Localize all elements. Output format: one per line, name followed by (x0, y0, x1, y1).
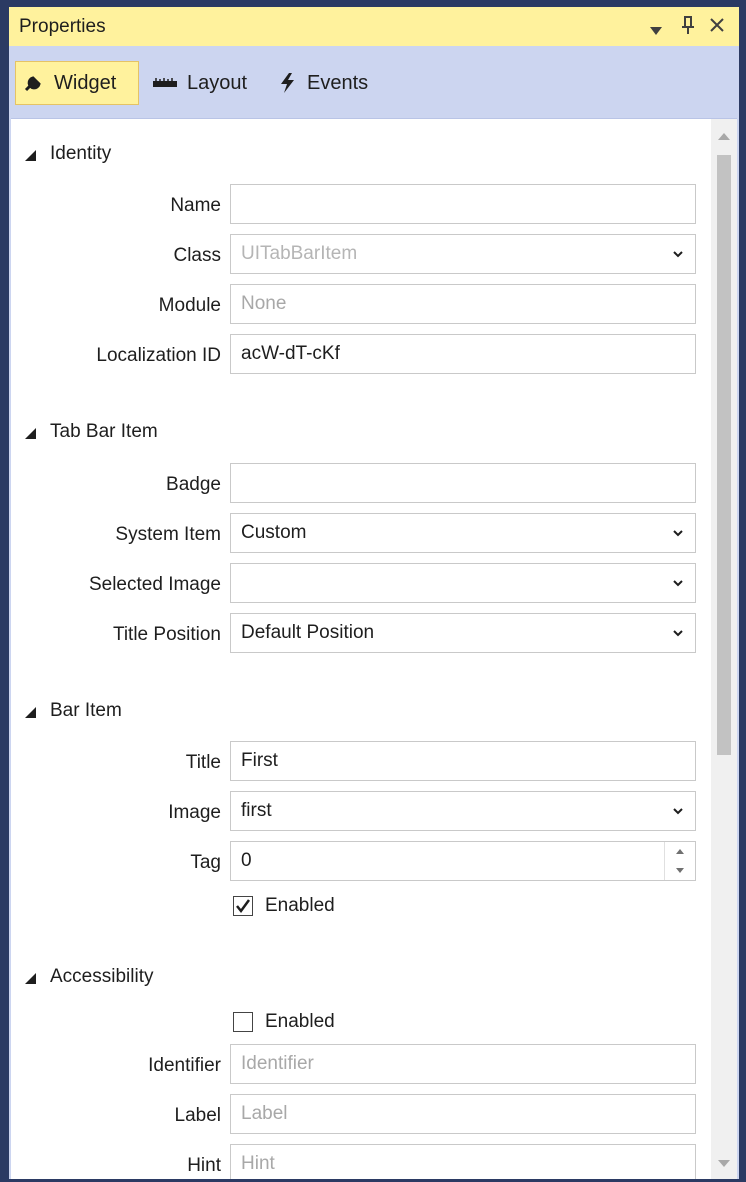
lightning-icon (281, 73, 294, 93)
scroll-up-icon[interactable] (717, 131, 731, 141)
title-position-select[interactable]: Default Position (230, 613, 696, 653)
tab-layout[interactable]: Layout (145, 61, 265, 105)
class-select[interactable]: UITabBarItem (230, 234, 696, 274)
label-input[interactable] (241, 1103, 685, 1125)
chevron-down-icon (673, 630, 683, 637)
chevron-down-icon (673, 530, 683, 537)
section-tab-bar-item[interactable]: Tab Bar Item (25, 421, 158, 443)
collapse-triangle-icon (25, 972, 36, 984)
collapse-triangle-icon (25, 149, 36, 161)
section-title: Identity (50, 143, 112, 164)
checkbox-box[interactable] (233, 896, 253, 916)
tab-label: Widget (54, 71, 117, 94)
class-label: Class (173, 245, 221, 266)
collapse-triangle-icon (25, 427, 36, 439)
section-title: Bar Item (50, 700, 122, 721)
identifier-label: Identifier (148, 1055, 221, 1076)
hint-label: Hint (187, 1155, 221, 1176)
image-select[interactable]: first (230, 791, 696, 831)
localization-id-input[interactable] (241, 343, 685, 365)
checkbox-box[interactable] (233, 1012, 253, 1032)
hint-field[interactable] (230, 1144, 696, 1179)
chevron-down-icon (673, 580, 683, 587)
identifier-field[interactable] (230, 1044, 696, 1084)
selected-image-label: Selected Image (88, 574, 221, 595)
badge-label: Badge (166, 474, 221, 495)
section-bar-item[interactable]: Bar Item (25, 700, 122, 722)
section-title: Accessibility (50, 966, 154, 987)
badge-field[interactable] (230, 463, 696, 503)
name-field[interactable] (230, 184, 696, 224)
panel-titlebar: Properties (9, 7, 739, 46)
checkmark-icon (236, 899, 251, 914)
tab-label: Events (307, 71, 369, 94)
hint-input[interactable] (241, 1153, 685, 1175)
selected-image-select[interactable] (230, 563, 696, 603)
chevron-down-icon (673, 808, 683, 815)
module-input[interactable] (241, 293, 685, 315)
label-label: Label (174, 1105, 222, 1126)
tab-label: Layout (187, 71, 248, 94)
section-accessibility[interactable]: Accessibility (25, 966, 153, 988)
spin-down-icon[interactable] (665, 861, 695, 880)
name-input[interactable] (241, 193, 685, 215)
identifier-input[interactable] (241, 1053, 685, 1075)
dropdown-arrow-icon[interactable] (649, 19, 663, 42)
localization-id-field[interactable] (230, 334, 696, 374)
tab-widget[interactable]: Widget (15, 61, 139, 105)
section-identity[interactable]: Identity (25, 143, 111, 165)
scroll-down-icon[interactable] (717, 1159, 731, 1169)
image-value: first (241, 800, 272, 821)
ruler-icon (153, 78, 177, 87)
label-field[interactable] (230, 1094, 696, 1134)
tab-events[interactable]: Events (271, 61, 391, 105)
system-item-select[interactable]: Custom (230, 513, 696, 553)
close-icon[interactable] (709, 16, 725, 39)
tag-stepper[interactable] (230, 841, 696, 881)
badge-input[interactable] (241, 472, 685, 494)
section-title: Tab Bar Item (50, 421, 158, 442)
system-item-value: Custom (241, 522, 307, 543)
panel-title: Properties (19, 16, 106, 37)
scrollbar-thumb[interactable] (717, 155, 731, 755)
pin-icon[interactable] (681, 15, 695, 41)
title-position-value: Default Position (241, 622, 375, 643)
properties-panel: Properties Widget Layout Events Identity (9, 7, 739, 1179)
bar-item-enabled-checkbox[interactable]: Enabled (233, 895, 335, 917)
checkbox-label: Enabled (265, 895, 335, 916)
wrench-icon (24, 76, 41, 92)
tag-spinner[interactable] (664, 842, 695, 880)
localization-id-label: Localization ID (96, 345, 221, 366)
accessibility-enabled-checkbox[interactable]: Enabled (233, 1011, 335, 1033)
tab-bar: Widget Layout Events (9, 46, 739, 118)
class-placeholder: UITabBarItem (241, 243, 358, 264)
chevron-down-icon (673, 251, 683, 258)
image-label: Image (168, 802, 221, 823)
checkbox-label: Enabled (265, 1011, 335, 1032)
tag-input[interactable] (241, 850, 685, 872)
properties-content: Identity Name Class UITabBarItem Module … (11, 118, 737, 1179)
system-item-label: System Item (115, 524, 221, 545)
spin-up-icon[interactable] (665, 842, 695, 861)
vertical-scrollbar[interactable] (711, 119, 737, 1179)
title-input[interactable] (241, 750, 685, 772)
tag-label: Tag (190, 852, 221, 873)
title-label: Title (185, 752, 221, 773)
title-field[interactable] (230, 741, 696, 781)
module-label: Module (158, 295, 221, 316)
name-label: Name (170, 195, 221, 216)
title-position-label: Title Position (112, 624, 221, 645)
collapse-triangle-icon (25, 706, 36, 718)
module-field[interactable] (230, 284, 696, 324)
